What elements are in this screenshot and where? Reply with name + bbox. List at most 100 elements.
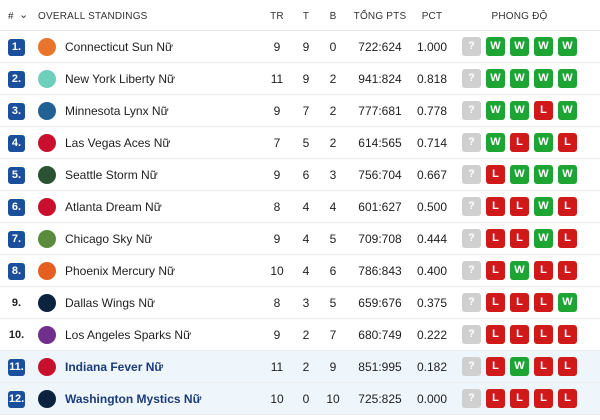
table-row[interactable]: 10. Los Angeles Sparks Nữ 9 2 7 680:749 0.222?…	[0, 319, 600, 351]
tr-header[interactable]: TR	[262, 11, 292, 22]
team-name[interactable]: Los Angeles Sparks Nữ	[65, 328, 191, 342]
t-header[interactable]: T	[291, 11, 321, 22]
loss-badge[interactable]: L	[510, 197, 529, 216]
team-name[interactable]: Indiana Fever Nữ	[65, 360, 163, 374]
table-row[interactable]: 6. Atlanta Dream Nữ 8 4 4 601:627 0.500? L L W L	[0, 191, 600, 223]
win-badge[interactable]: W	[534, 229, 553, 248]
loss-badge[interactable]: L	[534, 101, 553, 120]
win-badge[interactable]: W	[534, 133, 553, 152]
win-percentage: 0.714	[416, 136, 448, 150]
team-name[interactable]: Dallas Wings Nữ	[65, 296, 155, 310]
table-row[interactable]: 12. Washington Mystics Nữ 10 0 10 725:825 0.00…	[0, 383, 600, 415]
win-badge[interactable]: W	[510, 165, 529, 184]
win-badge[interactable]: W	[534, 69, 553, 88]
table-row[interactable]: 1. Connecticut Sun Nữ 9 9 0 722:624 1.000? W W W W	[0, 31, 600, 63]
loss-badge[interactable]: L	[534, 325, 553, 344]
team-name[interactable]: Las Vegas Aces Nữ	[65, 136, 170, 150]
pts-header[interactable]: TỔNG PTS	[350, 11, 410, 22]
team-name[interactable]: Chicago Sky Nữ	[65, 232, 152, 246]
upcoming-match-badge[interactable]: ?	[462, 69, 481, 88]
upcoming-match-badge[interactable]: ?	[462, 165, 481, 184]
upcoming-match-badge[interactable]: ?	[462, 101, 481, 120]
loss-badge[interactable]: L	[486, 197, 505, 216]
loss-badge[interactable]: L	[510, 293, 529, 312]
pct-header[interactable]: PCT	[410, 11, 454, 22]
upcoming-match-badge[interactable]: ?	[462, 357, 481, 376]
win-badge[interactable]: W	[510, 261, 529, 280]
loss-badge[interactable]: L	[486, 389, 505, 408]
win-badge[interactable]: W	[534, 197, 553, 216]
loss-badge[interactable]: L	[510, 325, 529, 344]
win-badge[interactable]: W	[486, 133, 505, 152]
loss-badge[interactable]: L	[558, 389, 577, 408]
win-badge[interactable]: W	[486, 37, 505, 56]
losses: 2	[329, 72, 337, 86]
loss-badge[interactable]: L	[510, 389, 529, 408]
team-name[interactable]: Minnesota Lynx Nữ	[65, 104, 169, 118]
loss-badge[interactable]: L	[558, 133, 577, 152]
win-badge[interactable]: W	[558, 101, 577, 120]
table-row[interactable]: 8. Phoenix Mercury Nữ 10 4 6 786:843 0.400? L W L…	[0, 255, 600, 287]
loss-badge[interactable]: L	[558, 197, 577, 216]
loss-badge[interactable]: L	[486, 357, 505, 376]
upcoming-match-badge[interactable]: ?	[462, 325, 481, 344]
loss-badge[interactable]: L	[510, 133, 529, 152]
loss-badge[interactable]: L	[486, 229, 505, 248]
team-name[interactable]: Atlanta Dream Nữ	[65, 200, 162, 214]
total-points: 725:825	[358, 392, 402, 406]
team-name[interactable]: Phoenix Mercury Nữ	[65, 264, 175, 278]
loss-badge[interactable]: L	[534, 261, 553, 280]
win-badge[interactable]: W	[486, 69, 505, 88]
win-badge[interactable]: W	[510, 101, 529, 120]
table-row[interactable]: 11. Indiana Fever Nữ 11 2 9 851:995 0.182? L W L L	[0, 351, 600, 383]
win-badge[interactable]: W	[486, 101, 505, 120]
loss-badge[interactable]: L	[486, 261, 505, 280]
upcoming-match-badge[interactable]: ?	[462, 229, 481, 248]
upcoming-match-badge[interactable]: ?	[462, 293, 481, 312]
loss-badge[interactable]: L	[558, 261, 577, 280]
sort-arrow-icon[interactable]: ⌄	[19, 8, 28, 21]
table-row[interactable]: 7. Chicago Sky Nữ 9 4 5 709:708 0.444? L L W L	[0, 223, 600, 255]
losses: 7	[329, 328, 337, 342]
loss-badge[interactable]: L	[486, 325, 505, 344]
team-name[interactable]: Seattle Storm Nữ	[65, 168, 158, 182]
loss-badge[interactable]: L	[534, 389, 553, 408]
loss-badge[interactable]: L	[558, 357, 577, 376]
win-badge[interactable]: W	[558, 37, 577, 56]
loss-badge[interactable]: L	[534, 357, 553, 376]
form-badges: ? L L L W	[462, 293, 577, 312]
table-row[interactable]: 2. New York Liberty Nữ 11 9 2 941:824 0.818? W W…	[0, 63, 600, 95]
win-badge[interactable]: W	[558, 293, 577, 312]
win-badge[interactable]: W	[510, 69, 529, 88]
loss-badge[interactable]: L	[486, 165, 505, 184]
table-row[interactable]: 9. Dallas Wings Nữ 8 3 5 659:676 0.375? L L L W	[0, 287, 600, 319]
upcoming-match-badge[interactable]: ?	[462, 133, 481, 152]
total-points: 786:843	[358, 264, 402, 278]
rank-badge: 11.	[8, 359, 25, 376]
loss-badge[interactable]: L	[510, 229, 529, 248]
total-points: 777:681	[358, 104, 402, 118]
win-percentage: 0.444	[416, 232, 448, 246]
win-badge[interactable]: W	[510, 37, 529, 56]
win-badge[interactable]: W	[558, 69, 577, 88]
upcoming-match-badge[interactable]: ?	[462, 197, 481, 216]
win-badge[interactable]: W	[534, 165, 553, 184]
b-header[interactable]: B	[318, 11, 348, 22]
loss-badge[interactable]: L	[534, 293, 553, 312]
upcoming-match-badge[interactable]: ?	[462, 389, 481, 408]
team-name[interactable]: Connecticut Sun Nữ	[65, 40, 173, 54]
table-row[interactable]: 4. Las Vegas Aces Nữ 7 5 2 614:565 0.714? W L W L	[0, 127, 600, 159]
loss-badge[interactable]: L	[558, 229, 577, 248]
team-name[interactable]: Washington Mystics Nữ	[65, 392, 201, 406]
rank-header[interactable]: #	[8, 11, 14, 22]
win-badge[interactable]: W	[534, 37, 553, 56]
win-badge[interactable]: W	[510, 357, 529, 376]
win-badge[interactable]: W	[558, 165, 577, 184]
table-row[interactable]: 3. Minnesota Lynx Nữ 9 7 2 777:681 0.778? W W L W	[0, 95, 600, 127]
upcoming-match-badge[interactable]: ?	[462, 261, 481, 280]
team-name[interactable]: New York Liberty Nữ	[65, 72, 175, 86]
loss-badge[interactable]: L	[486, 293, 505, 312]
table-row[interactable]: 5. Seattle Storm Nữ 9 6 3 756:704 0.667? L W W W	[0, 159, 600, 191]
loss-badge[interactable]: L	[558, 325, 577, 344]
upcoming-match-badge[interactable]: ?	[462, 37, 481, 56]
